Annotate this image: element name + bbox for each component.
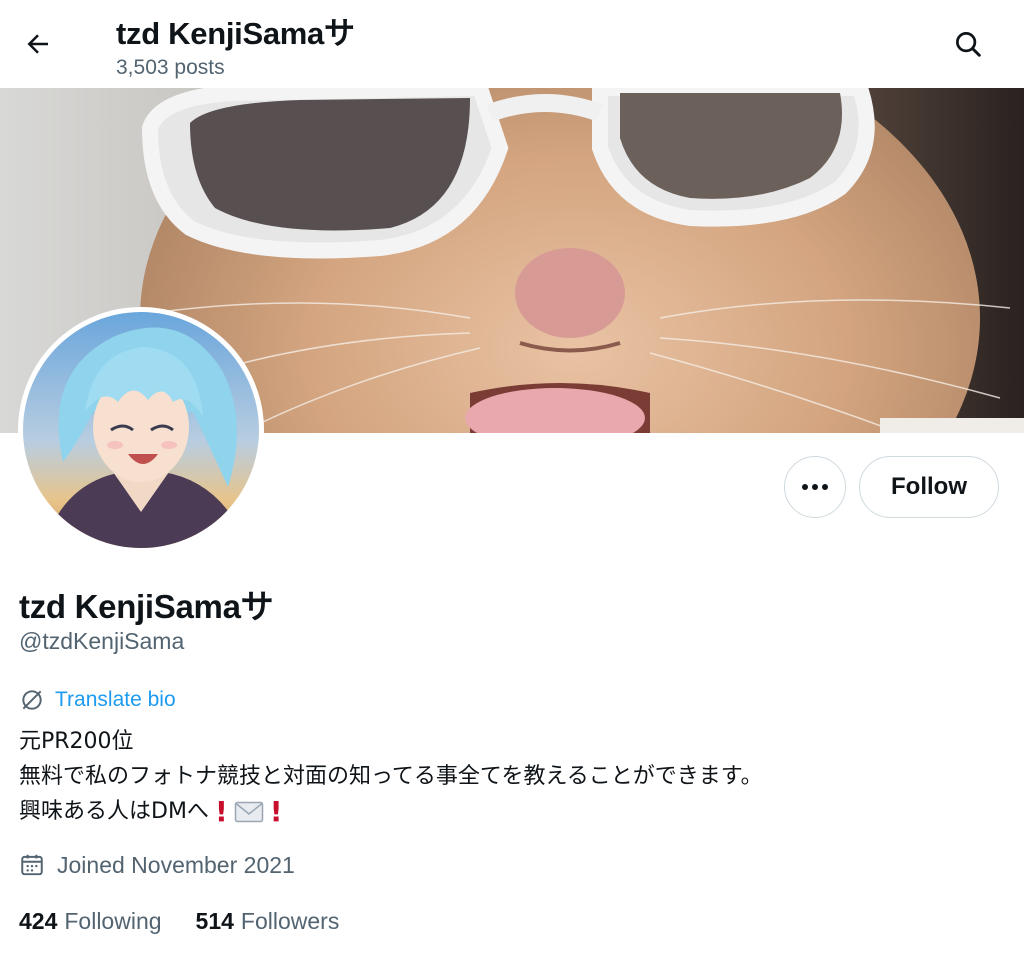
bio-line-1: 元PR200位 — [19, 729, 134, 754]
exclamation-emoji-icon: ! — [214, 795, 228, 828]
followers-label: Followers — [240, 908, 340, 934]
joined-date: Joined November 2021 — [19, 848, 295, 882]
calendar-icon — [21, 854, 43, 876]
exclamation-emoji-icon: ! — [269, 795, 283, 828]
profile-handle: @tzdKenjiSama — [19, 628, 185, 654]
search-button[interactable] — [946, 22, 990, 66]
translate-bio-link[interactable]: Translate bio — [19, 686, 176, 714]
profile-avatar[interactable] — [18, 307, 264, 553]
globe-slash-icon — [22, 690, 42, 710]
bio-line-2: 無料で私のフォトナ競技と対面の知ってる事全てを教えることができます。 — [19, 764, 763, 789]
header-title: tzd KenjiSamaサ — [116, 16, 355, 51]
back-button[interactable] — [16, 22, 60, 66]
followers-link[interactable]: 514 Followers — [196, 908, 340, 935]
profile-bio: 元PR200位 無料で私のフォトナ競技と対面の知ってる事全てを教えることができま… — [19, 724, 763, 829]
search-icon — [956, 32, 981, 57]
bio-line-3-text: 興味ある人はDMへ — [19, 799, 209, 824]
joined-label: Joined November 2021 — [57, 851, 295, 878]
ellipsis-icon — [802, 484, 828, 490]
arrow-left-icon — [27, 34, 48, 54]
envelope-emoji-icon — [234, 801, 263, 822]
translate-bio-label[interactable]: Translate bio — [55, 688, 176, 712]
following-label: Following — [64, 908, 162, 934]
follow-button[interactable]: Follow — [859, 456, 999, 518]
profile-display-name: tzd KenjiSamaサ — [19, 588, 274, 625]
bio-line-3: 興味ある人はDMへ ! ! — [19, 794, 763, 829]
more-options-button[interactable] — [784, 456, 846, 518]
following-link[interactable]: 424 Following — [19, 908, 162, 935]
follow-stats: 424 Following 514 Followers — [19, 908, 373, 935]
followers-count: 514 — [195, 908, 234, 934]
anime-avatar-illustration — [23, 312, 259, 548]
profile-header-bar: tzd KenjiSamaサ 3,503 posts — [0, 0, 1024, 88]
following-count: 424 — [19, 908, 58, 934]
header-posts-count: 3,503 posts — [116, 56, 225, 79]
